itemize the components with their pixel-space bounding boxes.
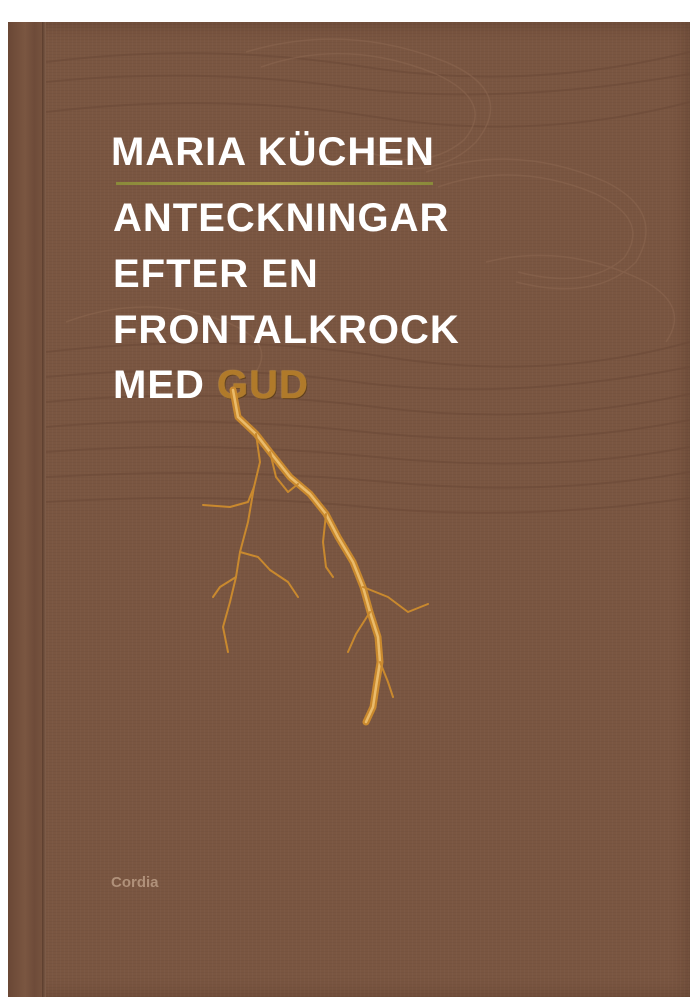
publisher-name: Cordia <box>111 874 159 891</box>
lightning-bolt-icon <box>202 386 429 726</box>
book-cover: MARIA KÜCHEN ANTECKNINGAR EFTER EN FRONT… <box>8 22 690 997</box>
